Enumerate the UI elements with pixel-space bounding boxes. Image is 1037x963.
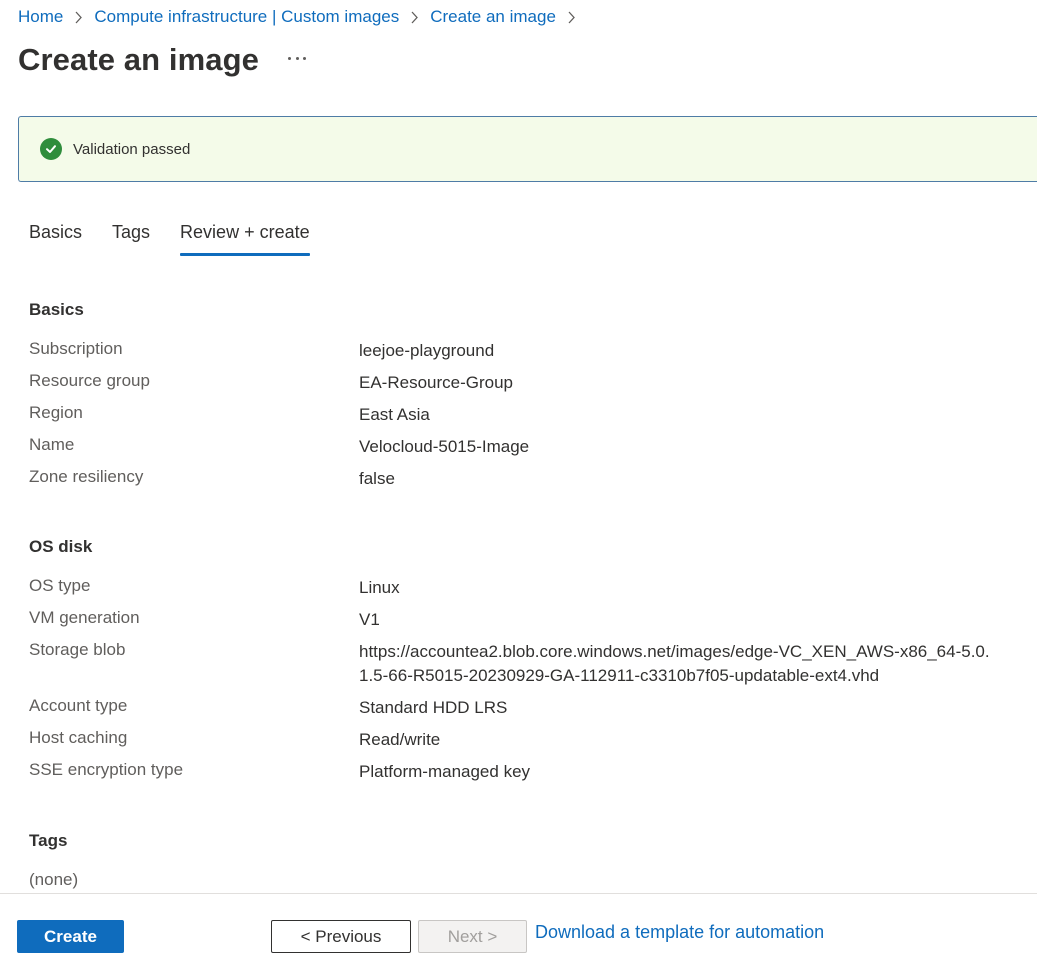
next-button[interactable]: Next >	[418, 920, 527, 953]
footer-divider	[0, 893, 1037, 894]
breadcrumb-custom-images-link[interactable]: Compute infrastructure | Custom images	[94, 7, 399, 27]
breadcrumb-create-image-link[interactable]: Create an image	[430, 7, 556, 27]
row-label: Name	[29, 435, 75, 454]
row-label: SSE encryption type	[29, 760, 184, 779]
summary-row-subscription: Subscription leejoe-playground	[29, 339, 1029, 363]
breadcrumb-home-link[interactable]: Home	[18, 7, 63, 27]
tab-bar: Basics Tags Review + create	[29, 222, 340, 256]
summary-row-resource-group: Resource group EA-Resource-Group	[29, 371, 1029, 395]
summary-row-name: Name Velocloud-5015-Image	[29, 435, 1029, 459]
row-value: false	[359, 469, 395, 488]
summary-row-sse-encryption: SSE encryption type Platform-managed key	[29, 760, 1029, 784]
tags-section-title: Tags	[29, 831, 68, 850]
summary-row-region: Region East Asia	[29, 403, 1029, 427]
basics-section-title: Basics	[29, 300, 84, 319]
row-label: Host caching	[29, 728, 128, 747]
create-button[interactable]: Create	[17, 920, 124, 953]
summary-row-zone-resiliency: Zone resiliency false	[29, 467, 1029, 491]
row-value: East Asia	[359, 405, 430, 424]
chevron-right-icon	[567, 11, 576, 24]
row-value: leejoe-playground	[359, 341, 495, 360]
more-options-icon[interactable]	[288, 52, 306, 64]
chevron-right-icon	[410, 11, 419, 24]
previous-button[interactable]: < Previous	[271, 920, 411, 953]
summary-row-host-caching: Host caching Read/write	[29, 728, 1029, 752]
row-label: Resource group	[29, 371, 150, 390]
tags-value: (none)	[29, 870, 79, 889]
summary-row-storage-blob: Storage blob https://accountea2.blob.cor…	[29, 640, 1029, 688]
summary-row-account-type: Account type Standard HDD LRS	[29, 696, 1029, 720]
row-label: OS type	[29, 576, 91, 595]
row-label: Region	[29, 403, 83, 422]
row-value: EA-Resource-Group	[359, 373, 514, 392]
row-label: Storage blob	[29, 640, 126, 659]
tab-review-create[interactable]: Review + create	[180, 222, 310, 256]
tab-basics[interactable]: Basics	[29, 222, 82, 256]
row-value: V1	[359, 610, 380, 629]
page-title: Create an image	[18, 42, 259, 77]
tab-tags[interactable]: Tags	[112, 222, 150, 256]
breadcrumb: Home Compute infrastructure | Custom ima…	[18, 6, 587, 28]
row-value: Standard HDD LRS	[359, 698, 508, 717]
row-label: Account type	[29, 696, 128, 715]
validation-banner: Validation passed	[18, 116, 1037, 182]
summary-row-vm-generation: VM generation V1	[29, 608, 1029, 632]
row-label: Zone resiliency	[29, 467, 144, 486]
validation-message: Validation passed	[73, 140, 191, 158]
checkmark-circle-icon	[40, 138, 62, 160]
chevron-right-icon	[74, 11, 83, 24]
row-value: Velocloud-5015-Image	[359, 437, 530, 456]
row-label: VM generation	[29, 608, 140, 627]
row-label: Subscription	[29, 339, 123, 358]
row-value: Platform-managed key	[359, 762, 531, 781]
row-value: Linux	[359, 578, 400, 597]
row-value: Read/write	[359, 730, 441, 749]
os-disk-section-title: OS disk	[29, 537, 93, 556]
download-template-link[interactable]: Download a template for automation	[535, 922, 824, 943]
row-value: https://accountea2.blob.core.windows.net…	[359, 642, 990, 685]
summary-row-os-type: OS type Linux	[29, 576, 1029, 600]
